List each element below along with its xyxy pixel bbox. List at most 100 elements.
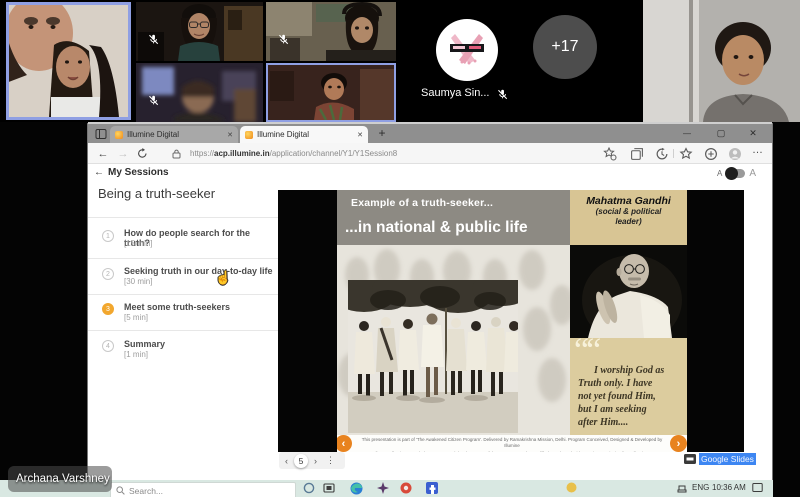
slide-title: ...in national & public life	[345, 219, 528, 237]
new-tab-button[interactable]: +	[374, 125, 390, 141]
refresh-icon[interactable]	[137, 148, 148, 159]
pager-menu-icon[interactable]: ⋮	[323, 455, 338, 466]
tab-actions-icon[interactable]	[95, 128, 107, 140]
pager-prev-button[interactable]: ‹	[279, 456, 294, 466]
tab-close-icon[interactable]: ✕	[227, 131, 233, 139]
blackpink-logo	[436, 19, 498, 81]
tab-favicon	[245, 131, 253, 139]
video-tile-participant-4[interactable]	[136, 63, 263, 122]
figure-role: (social & political leader)	[570, 207, 687, 226]
clock[interactable]: 10:36 AM	[712, 483, 746, 492]
url-domain: acp.illumine.in	[214, 149, 270, 158]
video-tile-participant-1[interactable]	[6, 2, 131, 120]
pager-current-page[interactable]: 5	[294, 454, 308, 468]
site-lock-icon[interactable]	[172, 149, 181, 159]
extensions-icon[interactable]	[704, 147, 718, 161]
task-view-icon[interactable]	[323, 482, 335, 494]
slide-viewer: Example of a truth-seeker... ...in natio…	[278, 190, 744, 452]
divider	[88, 330, 278, 331]
slide-footer: This presentation is part of 'The Awaken…	[337, 435, 687, 452]
tab-strip: Illumine Digital ✕ Illumine Digital ✕ + …	[88, 124, 772, 143]
gandhi-quote: I worship God as Truth only. I have not …	[578, 364, 680, 429]
tab-title: Illumine Digital	[127, 130, 223, 139]
section-1-number: 1	[102, 230, 114, 242]
back-to-sessions-link[interactable]: ← My Sessions	[94, 167, 169, 178]
address-bar[interactable]: https://acp.illumine.in/application/chan…	[190, 143, 397, 164]
salt-march-photo	[348, 280, 518, 433]
video-tile-participant-5[interactable]	[266, 63, 396, 122]
google-slides-icon	[684, 454, 696, 464]
section-1-duration: [15 min]	[124, 239, 152, 248]
footer-line-2: © 2017 Illumine Knowledge Resources (P) …	[337, 451, 687, 452]
figure-name: Mahatma Gandhi	[570, 195, 687, 207]
slide-pager: ‹ 5 › ⋮	[279, 452, 345, 469]
taskbar-search-box[interactable]: Search...	[110, 482, 296, 497]
pager-next-button[interactable]: ›	[308, 456, 323, 466]
tab-illumine-2-active[interactable]: Illumine Digital ✕	[240, 126, 368, 143]
footer-line-1: This presentation is part of 'The Awaken…	[337, 437, 687, 449]
divider	[88, 294, 278, 295]
font-small-label: A	[717, 169, 722, 178]
avatar[interactable]	[436, 19, 498, 81]
history-icon[interactable]	[655, 147, 669, 161]
tray-yellow-icon[interactable]	[566, 482, 577, 493]
section-item-3-active[interactable]: Meet some truth-seekers	[124, 302, 274, 312]
font-size-toggle[interactable]: A A	[717, 168, 756, 179]
mic-off-icon	[497, 89, 508, 100]
video-tile-participant-2[interactable]	[136, 2, 263, 61]
tab-illumine-1[interactable]: Illumine Digital ✕	[110, 126, 238, 143]
taskbar-app-blue-icon[interactable]	[426, 482, 438, 494]
slide-next-button[interactable]: ›	[670, 435, 687, 452]
video-tile-participant-3[interactable]	[266, 2, 396, 61]
google-slides-badge[interactable]: Google Slides	[684, 453, 756, 465]
participant-2-video	[136, 2, 263, 61]
tab-close-icon[interactable]: ✕	[357, 131, 363, 139]
participant-name: Saumya Sin...	[421, 87, 489, 99]
tab-title: Illumine Digital	[257, 130, 353, 139]
session-title: Being a truth-seeker	[98, 186, 215, 201]
taskbar-app-red-icon[interactable]	[400, 482, 412, 494]
collections-icon[interactable]	[630, 147, 644, 161]
browser-window: Illumine Digital ✕ Illumine Digital ✕ + …	[88, 124, 772, 480]
close-button[interactable]: ✕	[740, 124, 766, 143]
video-strip: Saumya Sin... +17	[0, 0, 800, 122]
profile-avatar-icon[interactable]	[728, 147, 742, 161]
toolbar-divider	[673, 149, 674, 158]
meeting-screen: Saumya Sin... +17	[0, 0, 800, 497]
quote-box: ““ I worship God as Truth only. I have n…	[570, 338, 687, 435]
forward-button[interactable]: →	[114, 143, 132, 164]
presenter-name-label: Archana Varshney	[8, 466, 112, 492]
divider	[88, 217, 278, 218]
favorites-icon[interactable]	[679, 147, 693, 161]
participant-overflow-badge[interactable]: +17	[533, 15, 597, 79]
toggle-track[interactable]	[726, 169, 745, 178]
back-label: My Sessions	[108, 167, 169, 178]
slide-kicker: Example of a truth-seeker...	[351, 197, 493, 209]
favorite-this-page-icon[interactable]	[603, 147, 617, 161]
section-item-4[interactable]: Summary	[124, 339, 274, 349]
action-center-icon[interactable]	[752, 482, 763, 493]
more-menu-icon[interactable]: …	[752, 144, 763, 156]
tray-chevron-icon[interactable]	[677, 482, 687, 493]
url-scheme: https://	[190, 149, 214, 158]
video-tile-participant-6[interactable]	[643, 0, 800, 122]
cortana-icon[interactable]	[303, 482, 315, 494]
edge-browser-icon[interactable]	[350, 482, 363, 495]
maximize-button[interactable]: ▢	[708, 124, 734, 143]
mic-off-icon	[148, 95, 159, 106]
participant-6-video	[643, 0, 800, 122]
language-indicator[interactable]: ENG	[692, 483, 709, 492]
toggle-knob	[725, 167, 738, 180]
section-4-duration: [1 min]	[124, 350, 148, 359]
tab-favicon	[115, 131, 123, 139]
section-4-number: 4	[102, 340, 114, 352]
minimize-button[interactable]: —	[674, 124, 700, 143]
section-2-number: 2	[102, 268, 114, 280]
mic-off-icon	[278, 34, 289, 45]
section-3-duration: [5 min]	[124, 313, 148, 322]
section-item-2[interactable]: Seeking truth in our day-to-day life	[124, 266, 274, 276]
windows-taskbar: Search... ENG 10:36 AM	[0, 480, 773, 497]
participant-4-video	[136, 63, 263, 122]
back-button[interactable]: ←	[94, 143, 112, 164]
gandhi-portrait-photo	[570, 245, 687, 338]
